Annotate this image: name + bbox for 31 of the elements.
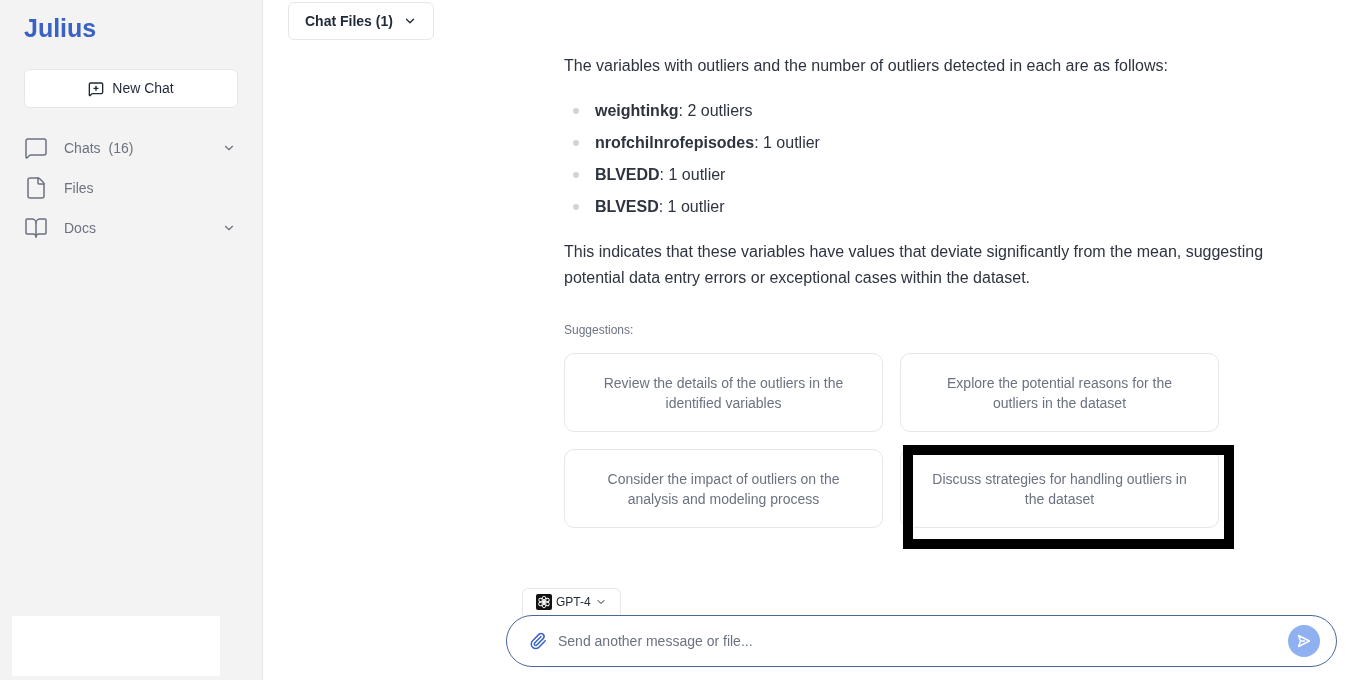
model-selector[interactable]: GPT-4 <box>522 588 621 615</box>
bullet-icon <box>573 108 579 114</box>
message-text: The variables with outliers and the number of outliers detected in each are as follows: <box>564 56 1168 76</box>
list-item-text: nrofchilnrofepisodes: 1 outlier <box>595 133 820 153</box>
list-item-text: BLVESD: 1 outlier <box>595 197 725 217</box>
list-item-text: weightinkg: 2 outliers <box>595 101 753 121</box>
bullet-icon <box>573 140 579 146</box>
bullet-icon <box>573 204 579 210</box>
model-logo-icon <box>536 594 552 610</box>
attach-button[interactable] <box>529 630 547 652</box>
book-icon <box>24 216 48 240</box>
suggestions-label: Suggestions: <box>564 322 634 338</box>
message-text: This indicates that these variables have values that deviate significantly from the mean, suggesting potential data entry errors or exceptional cases within the dataset. <box>564 242 1265 288</box>
bullet-icon <box>573 172 579 178</box>
suggestion-card[interactable]: Explore the potential reasons for the outliers in the dataset <box>900 353 1219 432</box>
sidebar-nav-item[interactable]: Docs <box>24 208 238 248</box>
suggestion-card[interactable]: Consider the impact of outliers on the analysis and modeling process <box>564 449 883 528</box>
file-icon <box>24 176 48 200</box>
new-chat-button[interactable]: New Chat <box>24 69 238 108</box>
sidebar-nav-item[interactable]: Files <box>24 168 238 208</box>
sidebar-nav-item[interactable]: Chats (16) <box>24 128 238 168</box>
chat-bubble-icon <box>24 136 48 160</box>
app-logo: Julius <box>24 13 97 43</box>
suggestion-card[interactable]: Review the details of the outliers in the identified variables <box>564 353 883 432</box>
message-input[interactable]: Send another message or file... <box>558 629 1288 653</box>
message-composer[interactable]: Send another message or file... <box>506 615 1337 667</box>
send-icon <box>1297 634 1311 648</box>
list-item-text: BLVEDD: 1 outlier <box>595 165 726 185</box>
paperclip-icon <box>529 631 547 651</box>
chat-files-dropdown[interactable]: Chat Files (1) <box>288 2 434 40</box>
new-chat-icon <box>88 80 105 97</box>
